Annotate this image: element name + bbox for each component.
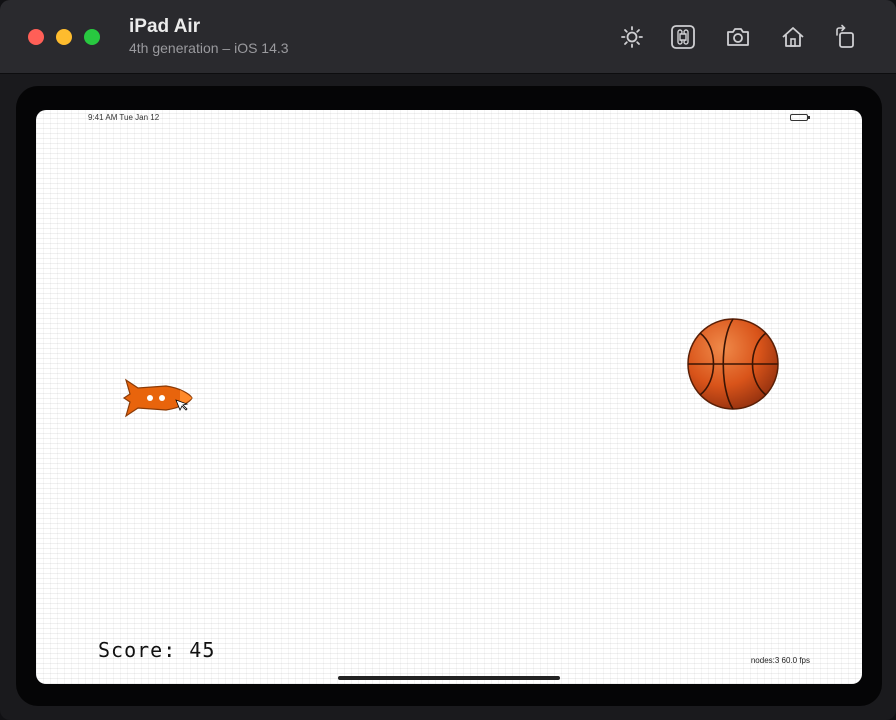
game-screen[interactable]: 9:41 AM Tue Jan 12 Score: 45 nodes:3 60.… [36,110,862,684]
brightness-button[interactable] [617,22,647,52]
score-label: Score: 45 [98,638,216,662]
command-icon [671,25,695,49]
minimize-window-button[interactable] [56,29,72,45]
title-bar: iPad Air 4th generation – iOS 14.3 [0,0,896,74]
maximize-window-button[interactable] [84,29,100,45]
rocket-sprite[interactable] [120,374,196,422]
command-button[interactable] [668,22,698,52]
home-button[interactable] [778,22,808,52]
home-icon [782,27,804,47]
screenshot-button[interactable] [723,22,753,52]
simulator-window: iPad Air 4th generation – iOS 14.3 9:41 … [0,0,896,720]
status-bar-time: 9:41 AM Tue Jan 12 [88,113,160,122]
battery-icon [790,114,810,121]
rotate-button[interactable] [830,22,860,52]
device-subtitle: 4th generation – iOS 14.3 [129,40,289,56]
close-window-button[interactable] [28,29,44,45]
rotate-icon [836,24,854,48]
brightness-icon [621,26,643,48]
fps-counter: nodes:3 60.0 fps [750,656,810,665]
screenshot-icon [727,28,749,46]
device-title: iPad Air [129,16,201,37]
basketball-sprite[interactable] [684,315,782,413]
home-indicator[interactable] [338,676,560,680]
